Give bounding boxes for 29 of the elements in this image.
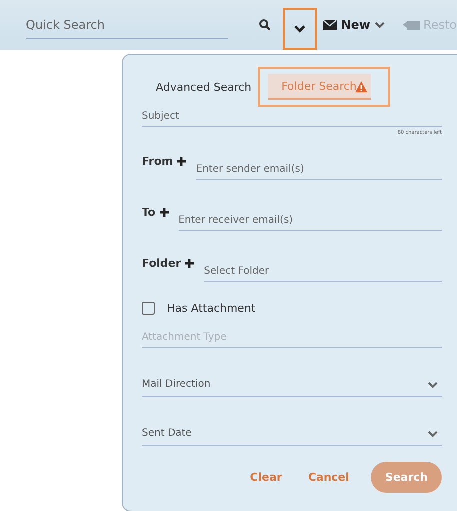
text-button[interactable]: Clear xyxy=(250,471,282,484)
plus-icon xyxy=(177,157,186,166)
quick-search-field[interactable]: Quick Search xyxy=(26,12,228,38)
field-label: Folder xyxy=(142,257,182,272)
plus-icon xyxy=(160,208,169,217)
field-label: From xyxy=(142,155,174,170)
attachment-type-field[interactable]: Attachment Type xyxy=(142,328,442,348)
dropdown-field[interactable]: Mail Direction xyxy=(142,375,442,397)
email-field[interactable]: Select Folder xyxy=(204,262,442,282)
text-button[interactable]: Cancel xyxy=(308,471,350,484)
chevron-down-icon xyxy=(428,430,438,436)
chevron-down-icon xyxy=(374,22,385,28)
warning-icon xyxy=(354,81,368,93)
email-field[interactable]: Enter receiver email(s) xyxy=(178,211,442,231)
tab[interactable]: Folder Search xyxy=(258,67,390,107)
email-field[interactable]: Enter sender email(s) xyxy=(196,160,442,180)
chevron-down-icon xyxy=(428,382,438,388)
search-icon xyxy=(258,19,271,31)
dropdown-button[interactable] xyxy=(282,8,318,50)
field-label: To xyxy=(142,206,156,221)
chevron-down-icon xyxy=(294,25,306,33)
new-button[interactable]: New xyxy=(323,18,385,32)
checkbox[interactable] xyxy=(142,302,155,314)
plus-icon xyxy=(185,259,194,268)
subject-field[interactable]: Subject xyxy=(142,107,442,127)
envelope-icon xyxy=(323,20,338,30)
checkbox-label: Has Attachment xyxy=(167,302,256,314)
dropdown-field[interactable]: Sent Date xyxy=(142,424,442,446)
tab[interactable]: Advanced Search xyxy=(154,72,254,102)
